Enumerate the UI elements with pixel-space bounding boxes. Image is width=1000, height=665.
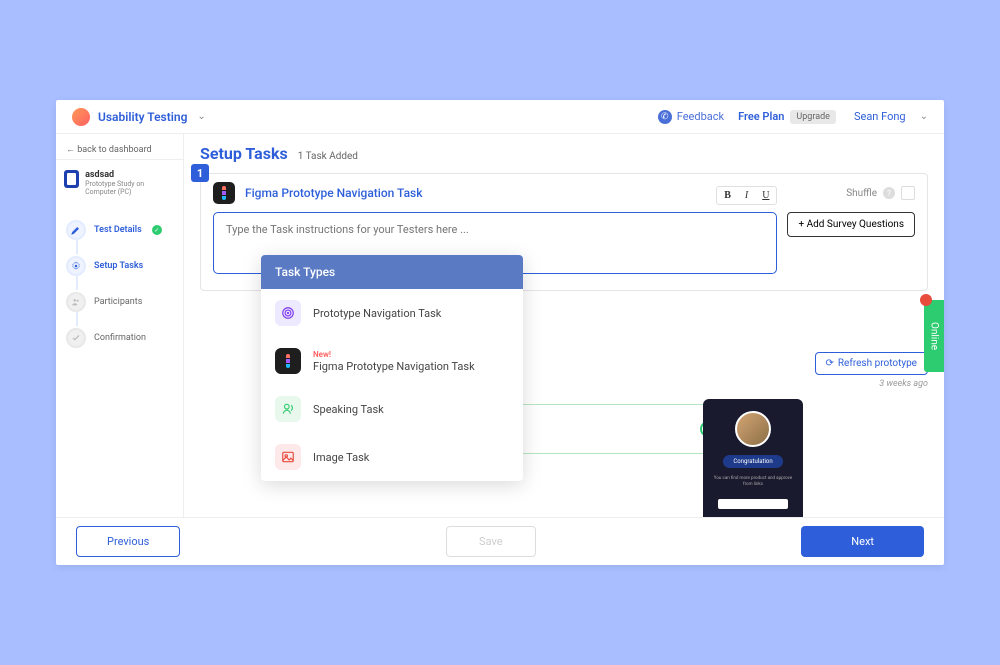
users-icon [66,292,86,312]
dropdown-item-image[interactable]: Image Task [261,433,523,481]
dropdown-item-prototype-nav[interactable]: Prototype Navigation Task [261,289,523,337]
step-setup-tasks[interactable]: Setup Tasks [60,248,179,284]
project-name: asdsad [85,170,175,180]
add-survey-button[interactable]: + Add Survey Questions [787,212,915,237]
dropdown-item-speaking[interactable]: Speaking Task [261,385,523,433]
refresh-icon: ⟳ [826,358,834,369]
chevron-down-icon[interactable]: ⌄ [920,111,928,122]
image-icon [275,444,301,470]
previous-button[interactable]: Previous [76,526,180,557]
back-link[interactable]: ← back to dashboard [56,140,183,160]
info-icon[interactable]: ? [883,187,895,199]
upgrade-button[interactable]: Upgrade [790,110,836,124]
save-button[interactable]: Save [446,526,536,557]
feedback-link[interactable]: ✆ Feedback [658,110,724,124]
chat-icon: ✆ [658,110,672,124]
plan-label[interactable]: Free Plan [738,110,784,123]
page-title: Setup Tasks [200,144,288,163]
phone-button [718,499,788,509]
italic-button[interactable]: I [738,187,755,204]
task-number-badge: 1 [191,164,209,182]
dropdown-item-figma-nav[interactable]: New!Figma Prototype Navigation Task [261,337,523,385]
prototype-panel: ⟳ Refresh prototype 3 weeks ago Congratu… [578,352,928,517]
user-name[interactable]: Sean Fong [854,110,906,123]
step-list: Test Details ✓ Setup Tasks Participants [56,206,183,362]
task-title: Figma Prototype Navigation Task [245,186,423,200]
shuffle-label: Shuffle [846,188,877,199]
notification-badge[interactable] [920,294,932,306]
step-confirmation[interactable]: Confirmation [60,320,179,356]
project-subtitle: Prototype Study on Computer (PC) [85,180,175,196]
gear-icon [66,256,86,276]
pencil-icon [66,220,86,240]
app-window: Usability Testing ⌄ ✆ Feedback Free Plan… [56,100,944,565]
task-count: 1 Task Added [298,151,358,162]
dropdown-header: Task Types [261,255,523,289]
underline-button[interactable]: U [755,187,776,204]
speaking-icon [275,396,301,422]
project-card[interactable]: asdsad Prototype Study on Computer (PC) [56,160,183,206]
figma-icon [275,348,301,374]
workspace-name[interactable]: Usability Testing [98,110,187,124]
online-tab[interactable]: Online [924,300,944,372]
check-circle-icon [66,328,86,348]
app-logo-icon [72,108,90,126]
figma-icon [213,182,235,204]
footer-bar: Previous Save Next [56,517,944,565]
avatar [735,411,771,447]
header-bar: Usability Testing ⌄ ✆ Feedback Free Plan… [56,100,944,134]
new-badge: New! [313,350,475,359]
step-test-details[interactable]: Test Details ✓ [60,212,179,248]
feedback-label: Feedback [677,110,724,123]
timestamp: 3 weeks ago [578,375,928,389]
refresh-prototype-button[interactable]: ⟳ Refresh prototype [815,352,929,375]
chevron-down-icon[interactable]: ⌄ [197,111,205,122]
target-icon [275,300,301,326]
shuffle-checkbox[interactable] [901,186,915,200]
phone-mockup: Congratulation You can find more product… [703,399,803,517]
text-format-toolbar: B I U [716,186,777,205]
check-icon: ✓ [152,225,162,235]
sidebar: ← back to dashboard asdsad Prototype Stu… [56,134,184,517]
next-button[interactable]: Next [801,526,924,557]
congrats-badge: Congratulation [723,455,782,468]
bold-button[interactable]: B [717,187,738,204]
step-participants[interactable]: Participants [60,284,179,320]
task-types-dropdown: Task Types Prototype Navigation Task New… [261,255,523,481]
phone-text: You can find more product and approve fr… [711,476,795,489]
project-icon [64,170,79,188]
